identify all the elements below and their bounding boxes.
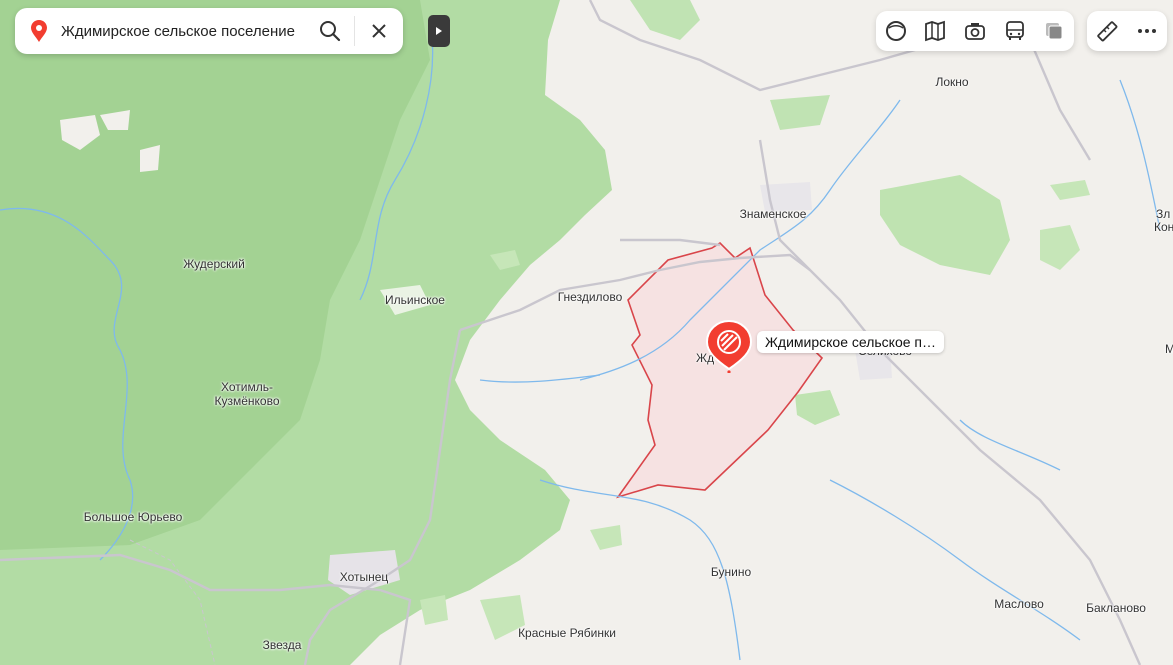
map-toolbar <box>876 11 1074 51</box>
place-label[interactable]: Жудерский <box>183 257 245 271</box>
layers-icon <box>885 21 906 41</box>
place-label[interactable]: Большое Юрьево <box>84 510 182 524</box>
place-label[interactable]: Хотынец <box>340 570 389 584</box>
public-transport-icon <box>1005 21 1024 40</box>
ruler-button[interactable] <box>1087 11 1127 51</box>
map-toolbar-extra <box>1087 11 1167 51</box>
panorama-camera-icon <box>965 23 985 40</box>
close-icon <box>372 24 386 38</box>
place-label[interactable]: Бакланово <box>1086 601 1146 615</box>
map-book-button[interactable] <box>916 11 956 51</box>
overlay-icon <box>1046 23 1063 40</box>
map-canvas[interactable] <box>0 0 1173 665</box>
more-icon <box>1138 29 1156 33</box>
panorama-button[interactable] <box>955 11 995 51</box>
place-label[interactable]: Хотимль- Кузмёнково <box>214 380 279 408</box>
place-label[interactable]: Красные Рябинки <box>518 626 616 640</box>
forest-area <box>420 595 448 625</box>
transport-button[interactable] <box>995 11 1035 51</box>
location-marker[interactable] <box>706 319 752 373</box>
marker-label[interactable]: Ждимирское сельское п… <box>757 331 945 353</box>
place-label[interactable]: М <box>1165 342 1173 356</box>
place-label[interactable]: Бунино <box>711 565 751 579</box>
clear-button[interactable] <box>355 8 403 54</box>
expand-panel-button[interactable] <box>428 15 450 47</box>
layers-button[interactable] <box>876 11 916 51</box>
place-label[interactable]: Ильинское <box>385 293 445 307</box>
search-button[interactable] <box>306 8 354 54</box>
ruler-icon <box>1097 21 1118 42</box>
map-book-icon <box>925 20 946 42</box>
place-label[interactable]: Знаменское <box>740 207 807 221</box>
search-box: Ждимирское сельское поселение <box>15 8 403 54</box>
location-pin-icon <box>31 20 47 42</box>
search-icon <box>320 21 341 42</box>
place-label[interactable]: Локно <box>935 75 968 89</box>
place-label[interactable]: Маслово <box>994 597 1044 611</box>
place-label[interactable]: Кон <box>1154 220 1173 234</box>
place-label[interactable]: Звезда <box>263 638 302 652</box>
place-label[interactable]: Зл <box>1156 207 1170 221</box>
overlay-button[interactable] <box>1034 11 1074 51</box>
place-label[interactable]: Гнездилово <box>558 290 623 304</box>
search-input[interactable]: Ждимирское сельское поселение <box>61 23 306 40</box>
more-button[interactable] <box>1127 11 1167 51</box>
play-arrow-icon <box>436 27 442 35</box>
